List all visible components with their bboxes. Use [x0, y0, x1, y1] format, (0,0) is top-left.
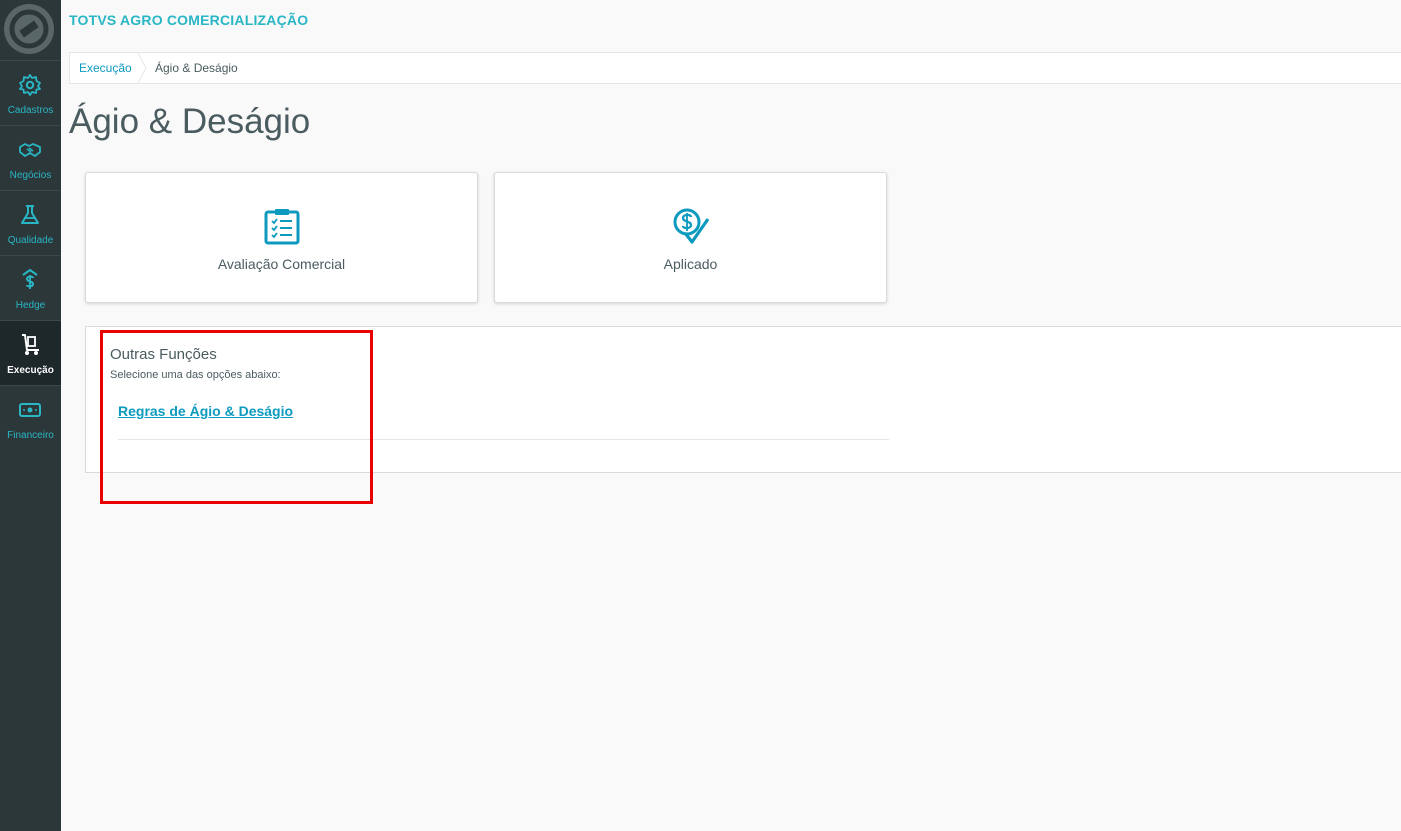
- sidebar-item-label: Hedge: [15, 300, 46, 311]
- sidebar-item-execucao[interactable]: Execução: [0, 320, 61, 385]
- card-label: Avaliação Comercial: [217, 256, 346, 272]
- panel-title: Outras Funções: [110, 346, 217, 363]
- card-label: Aplicado: [663, 256, 718, 272]
- sidebar-item-hedge[interactable]: Hedge: [0, 255, 61, 320]
- divider: [118, 439, 889, 440]
- money-icon: [19, 403, 41, 417]
- app-title: TOTVS AGRO COMERCIALIZAÇÃO: [69, 12, 309, 28]
- totvs-logo-icon[interactable]: [4, 4, 54, 54]
- page-title: Ágio & Deságio: [69, 102, 311, 141]
- breadcrumb-separator-icon: [137, 53, 147, 83]
- handshake-icon: [19, 143, 41, 157]
- sidebar: Cadastros Negócios Qualidade Hedge Execu…: [0, 0, 61, 831]
- outras-funcoes-panel: Outras Funções Selecione uma das opções …: [85, 326, 1401, 473]
- sidebar-item-label: Qualidade: [7, 235, 54, 246]
- gear-icon: [19, 74, 41, 96]
- sidebar-item-financeiro[interactable]: Financeiro: [0, 385, 61, 450]
- flask-icon: [21, 205, 39, 224]
- panel-subtitle: Selecione uma das opções abaixo:: [110, 369, 281, 381]
- sidebar-item-negocios[interactable]: Negócios: [0, 125, 61, 190]
- clipboard-checklist-icon: [264, 209, 300, 245]
- breadcrumb: Execução Ágio & Deságio: [69, 52, 1401, 84]
- hand-truck-icon: [22, 334, 39, 355]
- breadcrumb-current: Ágio & Deságio: [155, 61, 238, 75]
- card-aplicado[interactable]: Aplicado: [494, 172, 887, 303]
- sidebar-item-qualidade[interactable]: Qualidade: [0, 190, 61, 255]
- breadcrumb-link-execucao[interactable]: Execução: [79, 53, 132, 83]
- sidebar-item-label: Negócios: [9, 170, 52, 181]
- sidebar-item-label: Financeiro: [7, 430, 54, 441]
- card-avaliacao-comercial[interactable]: Avaliação Comercial: [85, 172, 478, 303]
- dollar-check-icon: [673, 208, 710, 244]
- dollar-arrow-icon: [22, 268, 38, 289]
- sidebar-item-cadastros[interactable]: Cadastros: [0, 60, 61, 125]
- sidebar-item-label: Execução: [7, 365, 54, 376]
- regras-agio-desagio-link[interactable]: Regras de Ágio & Deságio: [118, 403, 293, 419]
- sidebar-item-label: Cadastros: [7, 105, 54, 116]
